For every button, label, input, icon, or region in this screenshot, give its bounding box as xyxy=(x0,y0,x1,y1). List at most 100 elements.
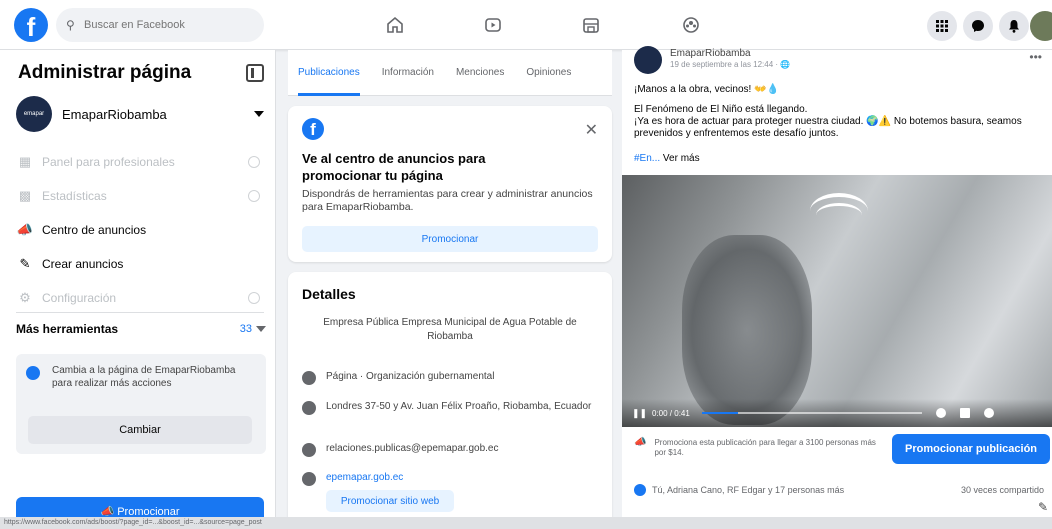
collapse-sidebar-icon[interactable] xyxy=(246,64,264,82)
video-time: 0:00 / 0:41 xyxy=(652,408,690,418)
page-tabs: Publicaciones Información Menciones Opin… xyxy=(288,50,612,96)
post-hashtag[interactable]: #En... xyxy=(634,153,660,164)
details-website[interactable]: epemapar.gob.ec xyxy=(302,471,598,486)
sidebar-item-professional-panel[interactable]: ▦ Panel para profesionales xyxy=(16,150,266,174)
sidebar-item-create-ads[interactable]: ✎ Crear anuncios xyxy=(16,252,266,276)
see-more-link[interactable]: Ver más xyxy=(663,153,700,164)
sidebar-item-label: Configuración xyxy=(42,291,117,305)
boost-info: 📣 Promociona esta publicación para llega… xyxy=(634,438,884,458)
boost-post-button[interactable]: Promocionar publicación xyxy=(892,434,1050,464)
sidebar-item-statistics[interactable]: ▩ Estadísticas xyxy=(16,184,266,208)
chevron-down-icon xyxy=(254,111,264,117)
manage-page-sidebar: Administrar página emapar EmaparRiobamba… xyxy=(0,50,276,529)
compose-icon[interactable]: ✎ xyxy=(1038,500,1048,514)
messenger-icon[interactable] xyxy=(963,11,993,41)
details-website-text: epemapar.gob.ec xyxy=(326,472,404,483)
megaphone-icon: 📣 xyxy=(634,437,647,448)
switch-icon xyxy=(26,366,40,380)
tab-mentions[interactable]: Menciones xyxy=(456,50,504,96)
video-icon[interactable] xyxy=(478,10,508,40)
browser-status-url: https://www.facebook.com/ads/boost/?page… xyxy=(0,517,1052,529)
details-address-text: Londres 37-50 y Av. Juan Félix Proaño, R… xyxy=(326,401,592,412)
profile-avatar[interactable] xyxy=(1030,11,1052,41)
post-tag-row: #En... Ver más xyxy=(634,153,1044,165)
more-tools-count: 33 xyxy=(239,323,252,335)
close-icon[interactable]: ✕ xyxy=(585,120,598,140)
details-about: Empresa Pública Empresa Municipal de Agu… xyxy=(323,317,577,342)
info-icon xyxy=(248,292,260,304)
details-category-text: Página · Organización gubernamental xyxy=(326,371,495,382)
globe-icon xyxy=(302,472,316,486)
top-navbar: f ⚲ xyxy=(0,0,1052,50)
details-category: Página · Organización gubernamental xyxy=(302,370,598,385)
notifications-icon[interactable] xyxy=(999,11,1029,41)
post-timestamp[interactable]: 19 de septiembre a las 12:44 · 🌐 xyxy=(670,60,790,69)
promote-website-button[interactable]: Promocionar sitio web xyxy=(326,490,454,512)
switch-profile-box: Cambia a la página de EmaparRiobamba par… xyxy=(16,354,266,454)
search-input[interactable] xyxy=(84,19,254,31)
dashboard-icon: ▦ xyxy=(18,154,32,169)
marketplace-icon[interactable] xyxy=(576,10,606,40)
sidebar-item-label: Panel para profesionales xyxy=(42,155,175,169)
page-switcher[interactable]: emapar EmaparRiobamba xyxy=(16,94,264,134)
sidebar-item-label: Crear anuncios xyxy=(42,257,124,271)
like-icon xyxy=(634,484,646,496)
post-card: EmaparRiobamba 19 de septiembre a las 12… xyxy=(622,46,1052,529)
gear-icon: ⚙ xyxy=(19,290,31,305)
more-tools-label: Más herramientas xyxy=(16,322,119,336)
reactions-summary[interactable]: Tú, Adriana Cano, RF Edgar y 17 personas… xyxy=(652,485,844,495)
switch-text: Cambia a la página de EmaparRiobamba par… xyxy=(52,365,236,389)
tab-information[interactable]: Información xyxy=(382,50,434,96)
info-icon xyxy=(302,371,316,385)
details-email[interactable]: relaciones.publicas@epemapar.gob.ec xyxy=(302,442,598,457)
page-avatar: emapar xyxy=(16,96,52,132)
sidebar-title: Administrar página xyxy=(18,62,192,83)
settings-icon[interactable] xyxy=(935,408,946,418)
pause-icon[interactable]: ❚❚ xyxy=(632,408,647,419)
sidebar-item-settings[interactable]: ⚙ Configuración xyxy=(16,286,266,310)
shares-count[interactable]: 30 veces compartido xyxy=(961,485,1044,495)
ad-card-title: Ve al centro de anuncios para promociona… xyxy=(302,151,486,183)
promote-page-button[interactable]: Promocionar xyxy=(302,226,598,252)
sidebar-item-label: Estadísticas xyxy=(42,189,107,203)
megaphone-icon: 📣 xyxy=(16,222,34,237)
tab-posts[interactable]: Publicaciones xyxy=(298,50,360,96)
search-icon: ⚲ xyxy=(66,18,75,32)
promote-label: Promocionar xyxy=(117,505,180,518)
more-options-icon[interactable]: ••• xyxy=(1029,50,1042,64)
page-name: EmaparRiobamba xyxy=(62,106,167,122)
location-pin-icon xyxy=(302,401,316,415)
menu-grid-icon[interactable] xyxy=(927,11,957,41)
video-frame xyxy=(682,235,812,425)
mail-icon xyxy=(302,443,316,457)
home-icon[interactable] xyxy=(380,10,410,40)
ads-center-card: f ✕ Ve al centro de anuncios para promoc… xyxy=(288,106,612,262)
post-line-3: ¡Ya es hora de actuar para proteger nues… xyxy=(634,116,1022,139)
post-line-1: ¡Manos a la obra, vecinos! 👐💧 xyxy=(634,84,779,95)
post-video[interactable]: ❚❚ 0:00 / 0:41 xyxy=(622,175,1052,427)
facebook-logo-icon[interactable]: f xyxy=(14,8,48,42)
post-author-avatar[interactable] xyxy=(634,46,662,74)
post-line-2: El Fenómeno de El Niño está llegando. xyxy=(634,104,808,115)
divider xyxy=(16,312,264,313)
facebook-logo-icon: f xyxy=(302,118,324,140)
fullscreen-icon[interactable] xyxy=(959,408,970,418)
video-progress-bar[interactable] xyxy=(701,412,922,414)
edit-icon: ✎ xyxy=(19,256,31,271)
info-icon xyxy=(248,190,260,202)
ad-card-description: Dispondrás de herramientas para crear y … xyxy=(302,188,593,213)
chevron-down-icon xyxy=(256,326,266,332)
switch-button[interactable]: Cambiar xyxy=(28,416,252,444)
tab-reviews[interactable]: Opiniones xyxy=(526,50,571,96)
search-box[interactable]: ⚲ xyxy=(56,8,264,42)
details-email-text: relaciones.publicas@epemapar.gob.ec xyxy=(326,443,499,454)
post-author[interactable]: EmaparRiobamba xyxy=(670,48,751,59)
groups-icon[interactable] xyxy=(676,10,706,40)
info-icon xyxy=(248,156,260,168)
sidebar-item-label: Centro de anuncios xyxy=(42,223,147,237)
sidebar-item-ads-center[interactable]: 📣 Centro de anuncios xyxy=(16,218,266,242)
chart-icon: ▩ xyxy=(18,188,32,203)
boost-text: Promociona esta publicación para llegar … xyxy=(654,438,876,457)
volume-icon[interactable] xyxy=(983,408,994,418)
more-tools-toggle[interactable]: Más herramientas 33 xyxy=(16,322,266,336)
